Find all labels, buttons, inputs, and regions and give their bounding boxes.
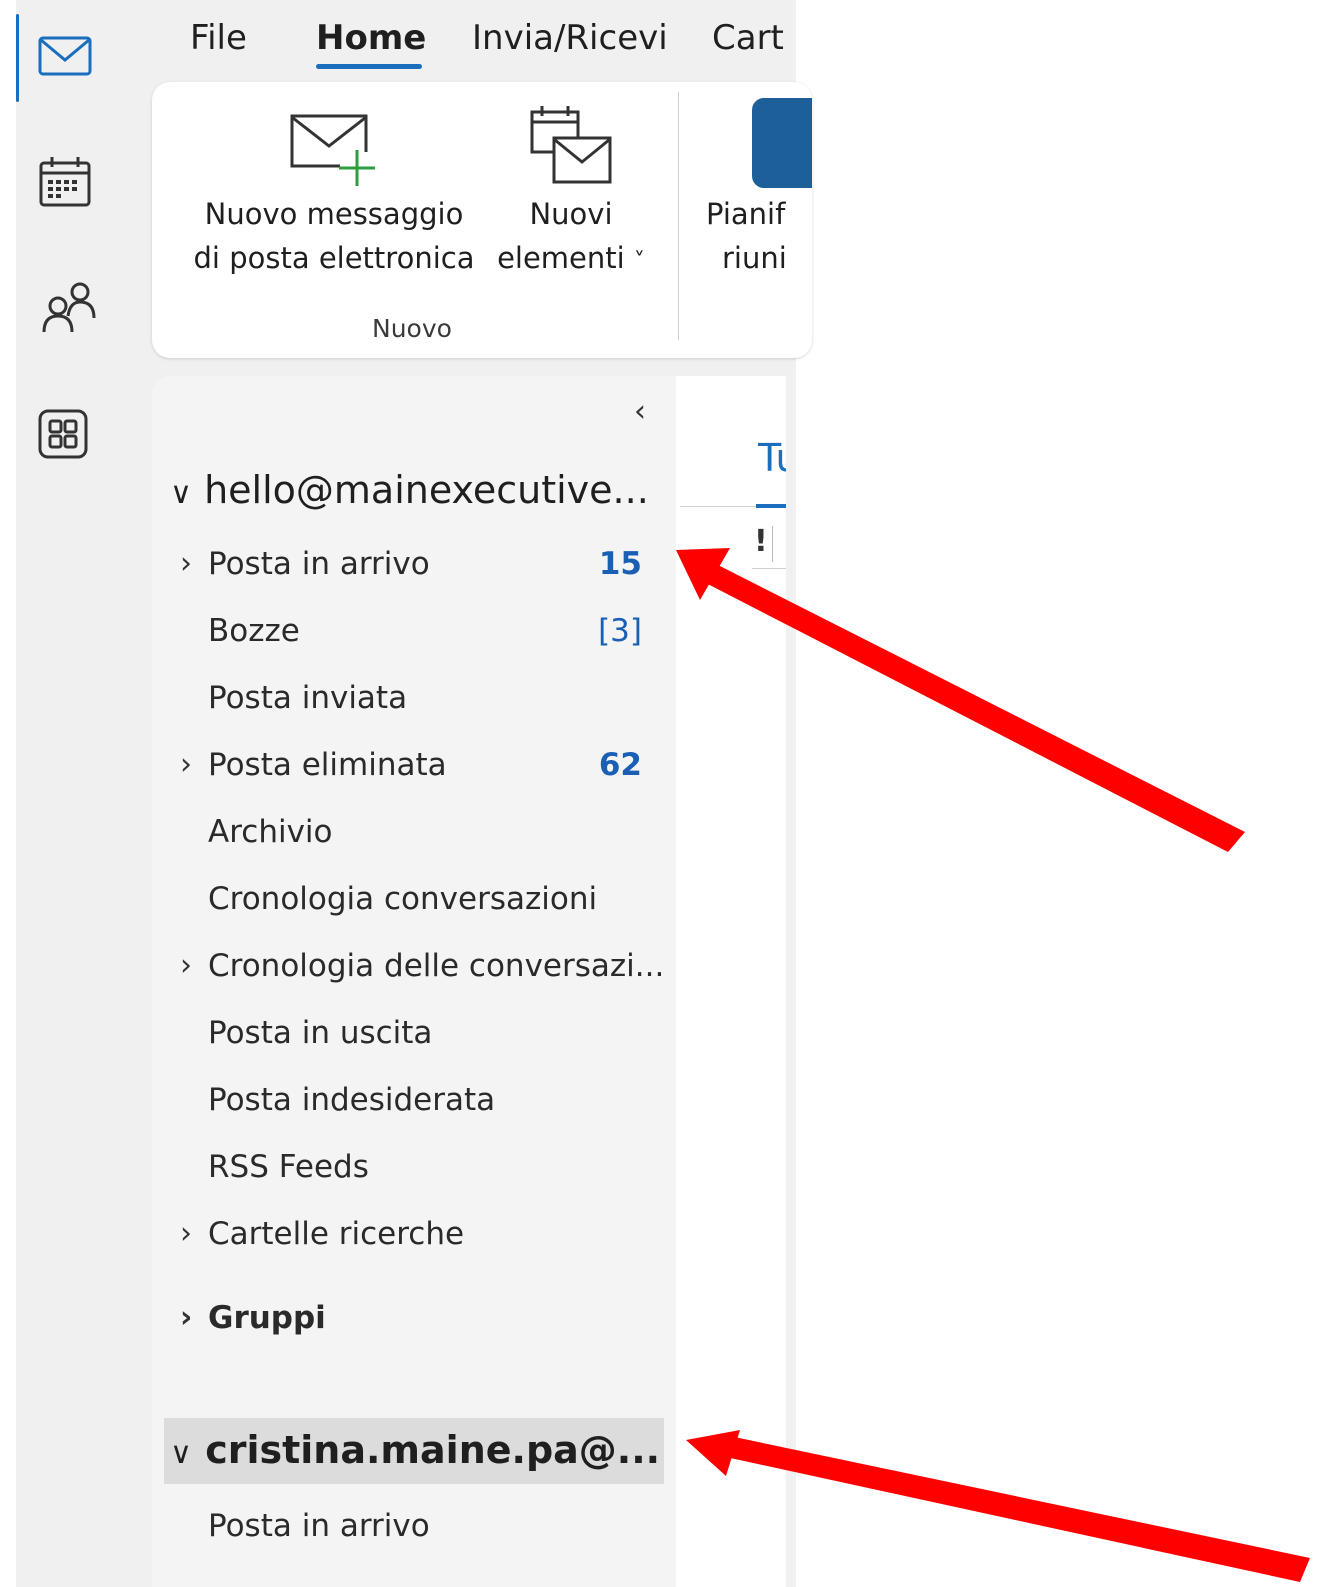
mail-icon: [38, 34, 92, 82]
folder-label: Archivio: [208, 814, 333, 850]
folder-inbox[interactable]: › Posta in arrivo 15: [170, 536, 650, 596]
importance-column-icon[interactable]: !: [754, 524, 768, 559]
folder-outbox[interactable]: Posta in uscita: [170, 1005, 650, 1065]
folder-inbox-cristina[interactable]: Posta in arrivo: [170, 1498, 650, 1558]
folder-label: Bozze: [208, 613, 300, 649]
new-mail-label-2: di posta elettronica: [193, 241, 475, 275]
chevron-right-icon: ›: [180, 948, 192, 983]
account-cristina[interactable]: ∨ cristina.maine.pa@...: [170, 1428, 660, 1472]
unread-count: 15: [598, 546, 642, 582]
new-items-button[interactable]: Nuovi elementi ˅: [488, 104, 654, 284]
folder-label: Posta indesiderata: [208, 1082, 496, 1118]
folder-label: Posta eliminata: [208, 747, 447, 783]
calendar-icon: [38, 155, 92, 213]
folder-label: Cronologia conversazioni: [208, 881, 598, 917]
folder-conversation-history-2[interactable]: › Cronologia delle conversazi...: [170, 938, 664, 998]
ribbon-tabs: File Home Invia/Ricevi Cart: [152, 0, 796, 80]
account-hello[interactable]: ∨ hello@mainexecutive...: [170, 468, 649, 512]
folder-rss[interactable]: RSS Feeds: [170, 1139, 650, 1199]
chevron-right-icon: ›: [180, 747, 192, 782]
chevron-expanded-icon: ∨: [170, 476, 192, 511]
folder-label: Posta in uscita: [208, 1015, 433, 1051]
collapse-pane-icon[interactable]: ‹: [634, 394, 646, 429]
groups-label: Gruppi: [208, 1300, 326, 1336]
folder-label: Posta in arrivo: [208, 546, 430, 582]
folder-search-folders[interactable]: › Cartelle ricerche: [170, 1206, 650, 1266]
folder-junk[interactable]: Posta indesiderata: [170, 1072, 650, 1132]
new-items-label-1: Nuovi: [529, 197, 613, 231]
new-mail-button[interactable]: Nuovo messaggio di posta elettronica: [188, 104, 480, 280]
folder-deleted[interactable]: › Posta eliminata 62: [170, 737, 650, 797]
chevron-expanded-icon: ∨: [170, 1436, 192, 1471]
ribbon-separator: [678, 92, 679, 340]
folder-label: Cartelle ricerche: [208, 1216, 465, 1252]
folder-pane: ‹ ∨ hello@mainexecutive... › Posta in ar…: [152, 376, 676, 1587]
column-header-divider: [752, 568, 786, 569]
folder-label: Cronologia delle conversazi...: [208, 948, 665, 984]
nav-people[interactable]: [16, 260, 152, 360]
people-icon: [38, 280, 98, 340]
folder-label: RSS Feeds: [208, 1149, 369, 1185]
account-name: cristina.maine.pa@...: [205, 1428, 661, 1472]
new-mail-label-1: Nuovo messaggio: [204, 197, 464, 231]
item-count: [3]: [598, 613, 642, 649]
account-name: hello@mainexecutive...: [204, 468, 649, 512]
folder-archive[interactable]: Archivio: [170, 804, 650, 864]
app-bar: [16, 0, 152, 1587]
new-items-icon: [488, 104, 654, 192]
tab-send-receive[interactable]: Invia/Ricevi: [472, 18, 668, 58]
chevron-down-icon: ˅: [633, 249, 645, 274]
meeting-app-icon: [702, 96, 812, 192]
message-list-pane: Tu !: [676, 376, 786, 1587]
active-tab-underline: [316, 64, 422, 69]
meeting-label-2: riuni: [722, 241, 787, 275]
active-list-tab-underline: [756, 504, 786, 508]
chevron-right-icon: ›: [180, 1300, 193, 1335]
chevron-right-icon: ›: [180, 546, 192, 581]
folder-sent[interactable]: Posta inviata: [170, 670, 650, 730]
schedule-meeting-button[interactable]: Pianif riuni: [702, 96, 812, 280]
tab-home[interactable]: Home: [316, 18, 426, 58]
groups-node[interactable]: › Gruppi: [170, 1290, 650, 1350]
folder-label: Posta inviata: [208, 680, 408, 716]
nav-apps[interactable]: [16, 386, 152, 486]
new-mail-icon: [188, 104, 480, 192]
column-separator: [772, 526, 773, 562]
unread-count: 62: [598, 747, 642, 783]
meeting-label-1: Pianif: [706, 197, 786, 231]
tab-all[interactable]: Tu: [758, 436, 786, 480]
nav-calendar[interactable]: [16, 134, 152, 234]
ribbon: Nuovo messaggio di posta elettronica Nuo…: [152, 82, 812, 358]
chevron-right-icon: ›: [180, 1216, 192, 1251]
group-label-new: Nuovo: [372, 314, 452, 343]
new-items-label-2: elementi ˅: [497, 241, 645, 275]
folder-label: Posta in arrivo: [208, 1508, 430, 1544]
folder-drafts[interactable]: Bozze [3]: [170, 603, 650, 663]
apps-icon: [38, 409, 88, 463]
tab-file[interactable]: File: [190, 18, 247, 58]
folder-conversation-history[interactable]: Cronologia conversazioni: [170, 871, 650, 931]
tab-folder[interactable]: Cart: [712, 18, 796, 58]
nav-mail[interactable]: [16, 8, 152, 108]
